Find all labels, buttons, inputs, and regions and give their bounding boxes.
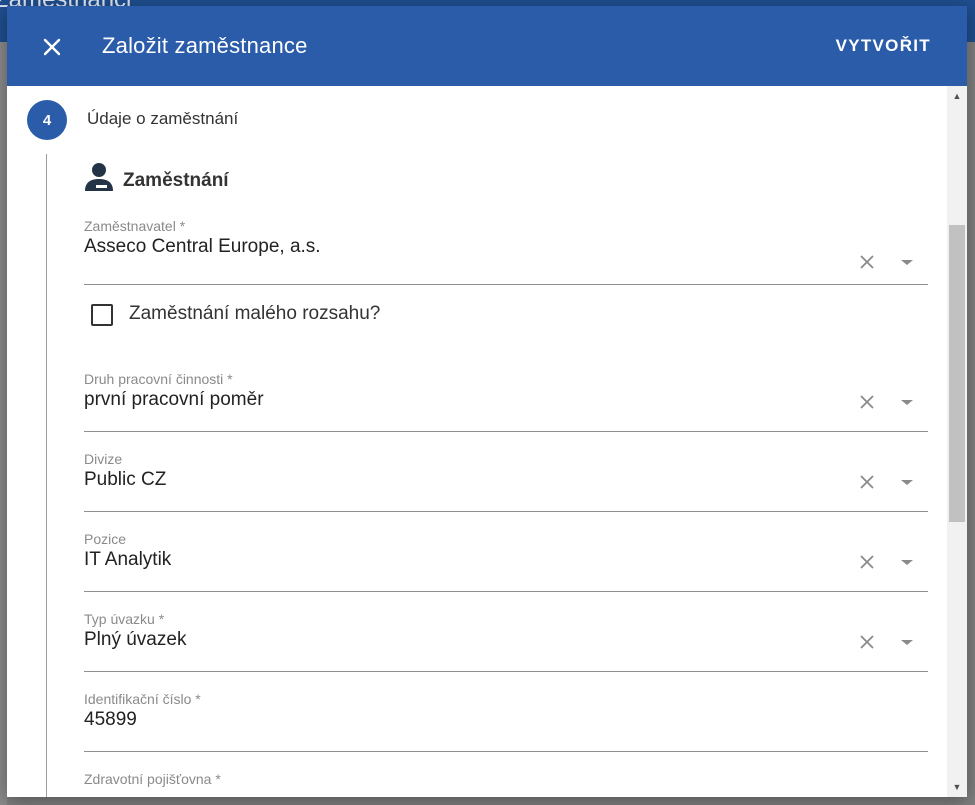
id-number-value: 45899 [84, 709, 137, 730]
position-label: Pozice [84, 531, 127, 547]
step-label: Údaje o zaměstnání [87, 109, 239, 128]
clear-icon[interactable] [856, 471, 878, 493]
employer-value: Asseco Central Europe, a.s. [84, 236, 321, 257]
clear-icon[interactable] [856, 551, 878, 573]
section-title: Zaměstnání [123, 170, 229, 191]
dropdown-arrow-icon[interactable] [896, 471, 918, 493]
health-insurance-field[interactable]: Zdravotní pojišťovna * [84, 771, 928, 797]
create-button[interactable]: VYTVOŘIT [836, 36, 931, 56]
small-employment-label: Zaměstnání malého rozsahu? [129, 303, 381, 324]
background-page [0, 42, 7, 805]
person-badge-icon [85, 163, 113, 191]
dialog-content: 4 Údaje o zaměstnání Zaměstnání Zaměstna… [7, 86, 947, 797]
position-field[interactable]: Pozice IT Analytik [84, 531, 928, 592]
clear-icon[interactable] [856, 391, 878, 413]
division-label: Divize [84, 451, 123, 467]
contract-type-value: Plný úvazek [84, 629, 187, 650]
dropdown-arrow-icon[interactable] [896, 251, 918, 273]
close-button[interactable] [37, 32, 67, 62]
dialog-title: Založit zaměstnance [102, 33, 308, 58]
position-value: IT Analytik [84, 549, 172, 570]
scroll-down-arrow-icon[interactable]: ▼ [947, 777, 967, 797]
work-type-field[interactable]: Druh pracovní činnosti * první pracovní … [84, 371, 928, 432]
clear-icon[interactable] [856, 251, 878, 273]
division-field[interactable]: Divize Public CZ [84, 451, 928, 512]
contract-type-label: Typ úvazku * [84, 611, 165, 627]
id-number-field[interactable]: Identifikační číslo * 45899 [84, 691, 928, 752]
dialog-header: Založit zaměstnance VYTVOŘIT [7, 6, 967, 86]
contract-type-field[interactable]: Typ úvazku * Plný úvazek [84, 611, 928, 672]
employer-field[interactable]: Zaměstnavatel * Asseco Central Europe, a… [84, 218, 928, 285]
scrollbar[interactable]: ▲ ▼ [947, 86, 967, 797]
work-type-value: první pracovní poměr [84, 389, 264, 410]
close-icon [43, 38, 61, 56]
division-value: Public CZ [84, 469, 167, 490]
scroll-up-arrow-icon[interactable]: ▲ [947, 86, 967, 106]
health-insurance-label: Zdravotní pojišťovna * [84, 771, 221, 787]
step-connector-line [46, 154, 47, 797]
step-number-badge: 4 [27, 100, 67, 140]
id-number-label: Identifikační číslo * [84, 691, 201, 707]
dropdown-arrow-icon[interactable] [896, 391, 918, 413]
employer-label: Zaměstnavatel * [84, 218, 186, 234]
clear-icon[interactable] [856, 631, 878, 653]
small-employment-checkbox[interactable] [91, 304, 113, 326]
dropdown-arrow-icon[interactable] [896, 631, 918, 653]
scrollbar-thumb[interactable] [949, 225, 965, 522]
dropdown-arrow-icon[interactable] [896, 551, 918, 573]
work-type-label: Druh pracovní činnosti * [84, 371, 233, 387]
create-employee-dialog: Založit zaměstnance VYTVOŘIT 4 Údaje o z… [7, 6, 967, 797]
